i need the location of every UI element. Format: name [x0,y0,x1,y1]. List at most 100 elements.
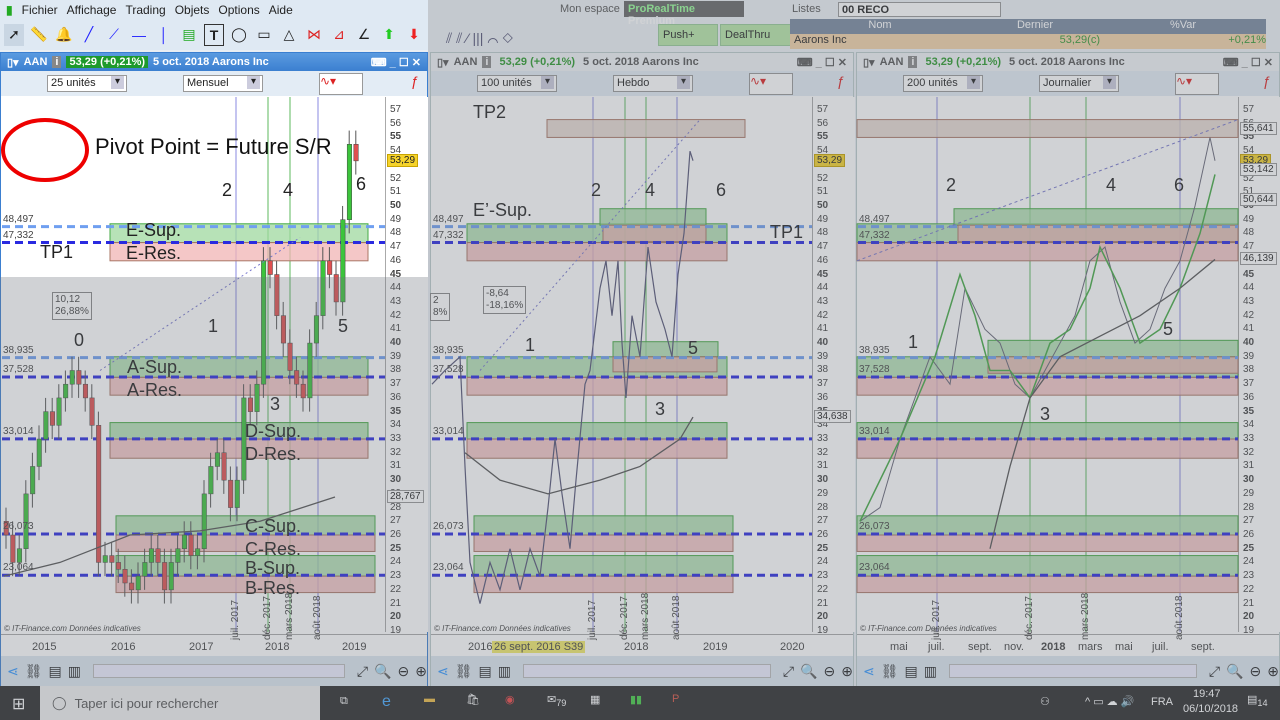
notification-icon[interactable]: ▤14 [1247,693,1268,708]
compare-icon[interactable]: ▥ [68,663,81,680]
autoscale-icon[interactable]: ⤢ [783,663,794,680]
channel-icon[interactable]: ⋈ [304,24,324,46]
language-indicator[interactable]: FRA [1151,696,1173,708]
trade-icon[interactable]: ƒ [837,73,845,89]
fan-icon[interactable]: ⊿ [329,24,349,46]
info-icon[interactable]: i [908,56,918,68]
autoscale-icon[interactable]: ⤢ [1209,663,1220,680]
zoom-in-icon[interactable]: ⊕ [841,663,853,680]
store-icon[interactable]: 🛍 [466,693,480,706]
units-select[interactable]: 200 unités [903,75,983,92]
ellipse-icon[interactable]: ◯ [229,24,249,46]
zoom-out-icon[interactable]: ⊖ [398,663,410,680]
down-arrow-icon[interactable]: ⬇ [404,24,424,46]
people-icon[interactable]: ⚇ [1040,695,1050,708]
ruler-icon[interactable]: 📏 [29,24,49,46]
explorer-icon[interactable]: ▬ [424,693,435,705]
horizontal-line-icon[interactable]: — [129,24,149,46]
chart-type-icon[interactable]: ▯▾ [863,56,875,69]
windows-start-icon[interactable]: ⊞ [12,694,25,714]
compare-icon[interactable]: ▥ [498,663,511,680]
window-controls[interactable]: ⌨ _ ☐ ✕ [371,56,427,69]
powerpoint-icon[interactable]: P [672,693,679,705]
drawing-tools-icon[interactable]: ⫽ ⫽ ⁄ ||| ⌒ ◇ [446,30,513,47]
push-button[interactable]: Push+ [658,24,718,46]
edge-icon[interactable]: e [382,693,391,711]
notes-icon[interactable]: ▤ [49,663,62,680]
chrome-icon[interactable]: ◉ [505,693,515,706]
list-select[interactable]: 00 RECO [838,2,1001,17]
fibonacci-icon[interactable]: ▤ [179,24,199,46]
link-icon[interactable]: ⛓ [25,663,43,680]
share-icon[interactable]: ⋖ [7,663,19,680]
window-controls[interactable]: ⌨ _ ☐ ✕ [797,56,853,69]
share-icon[interactable]: ⋖ [863,663,875,680]
tray-icons[interactable]: ^ ▭ ☁ 🔊 [1085,695,1134,708]
vertical-line-icon[interactable]: │ [154,24,174,46]
info-icon[interactable]: i [482,56,492,68]
horizontal-scrollbar[interactable] [948,664,1197,678]
time-axis[interactable] [857,634,1279,656]
angle-icon[interactable]: ∠ [354,24,374,46]
zoom-vertical-icon[interactable]: 🔍 [1226,663,1243,680]
list-row[interactable]: Aarons Inc 53,29(c) +0,21% [790,34,1266,49]
zoom-vertical-icon[interactable]: 🔍 [800,663,817,680]
taskbar-search[interactable]: ◯ Taper ici pour rechercher [40,686,320,720]
line-icon[interactable]: ⟋ [104,24,124,46]
clock-time[interactable]: 19:47 [1193,688,1221,700]
zoom-out-icon[interactable]: ⊖ [824,663,836,680]
dealthru-button[interactable]: DealThru [720,24,792,46]
rectangle-icon[interactable]: ▭ [254,24,274,46]
menu-options[interactable]: Options [218,3,259,17]
units-select[interactable]: 100 unités [477,75,557,92]
text-icon[interactable]: T [204,23,224,46]
zoom-out-icon[interactable]: ⊖ [1250,663,1262,680]
menu-fichier[interactable]: Fichier [22,3,58,17]
indicators-button[interactable]: ∿▾ [1175,73,1219,95]
link-icon[interactable]: ⛓ [455,663,473,680]
prorealtime-taskbar-icon[interactable]: ▮▮ [630,693,642,706]
menu-trading[interactable]: Trading [125,3,165,17]
chart-type-icon[interactable]: ▯▾ [7,56,19,69]
period-select[interactable]: Hebdo [613,75,693,92]
price-axis[interactable]: 5756555453525150494847464544434241403938… [385,97,428,636]
zoom-in-icon[interactable]: ⊕ [1267,663,1279,680]
trade-icon[interactable]: ƒ [1263,73,1271,89]
calculator-icon[interactable]: ▦ [590,693,600,706]
zoom-in-icon[interactable]: ⊕ [415,663,427,680]
alert-bell-icon[interactable]: 🔔 [54,24,74,46]
symbol[interactable]: AAN [880,56,904,68]
horizontal-scrollbar[interactable] [522,664,771,678]
indicators-button[interactable]: ∿▾ [749,73,793,95]
info-icon[interactable]: i [52,56,62,68]
horizontal-scrollbar[interactable] [92,664,345,678]
period-select[interactable]: Journalier [1039,75,1119,92]
triangle-icon[interactable]: △ [279,24,299,46]
mail-icon[interactable]: ✉79 [547,693,566,708]
autoscale-icon[interactable]: ⤢ [357,663,368,680]
price-axis[interactable]: 5756555453525150494847464544434241403938… [812,97,855,636]
share-icon[interactable]: ⋖ [437,663,449,680]
window-controls[interactable]: ⌨ _ ☐ ✕ [1223,56,1279,69]
notes-icon[interactable]: ▤ [905,663,918,680]
chart-type-icon[interactable]: ▯▾ [437,56,449,69]
symbol[interactable]: AAN [454,56,478,68]
notes-icon[interactable]: ▤ [479,663,492,680]
compare-icon[interactable]: ▥ [924,663,937,680]
symbol[interactable]: AAN [24,56,48,68]
mon-espace-link[interactable]: Mon espace [560,3,620,15]
trade-icon[interactable]: ƒ [411,73,419,89]
col-dernier[interactable]: Dernier [970,19,1100,34]
link-icon[interactable]: ⛓ [881,663,899,680]
zoom-vertical-icon[interactable]: 🔍 [374,663,391,680]
col-nom[interactable]: Nom [790,19,970,34]
col-var[interactable]: %Var [1100,19,1266,34]
period-select[interactable]: Mensuel [183,75,263,92]
units-select[interactable]: 25 unités [47,75,127,92]
price-axis[interactable]: 5756555453525150494847464544434241403938… [1238,97,1280,636]
clock-date[interactable]: 06/10/2018 [1183,703,1238,715]
indicators-button[interactable]: ∿▾ [319,73,363,95]
menu-affichage[interactable]: Affichage [67,3,117,17]
menu-objets[interactable]: Objets [175,3,210,17]
pointer-icon[interactable]: ➚ [4,23,24,46]
